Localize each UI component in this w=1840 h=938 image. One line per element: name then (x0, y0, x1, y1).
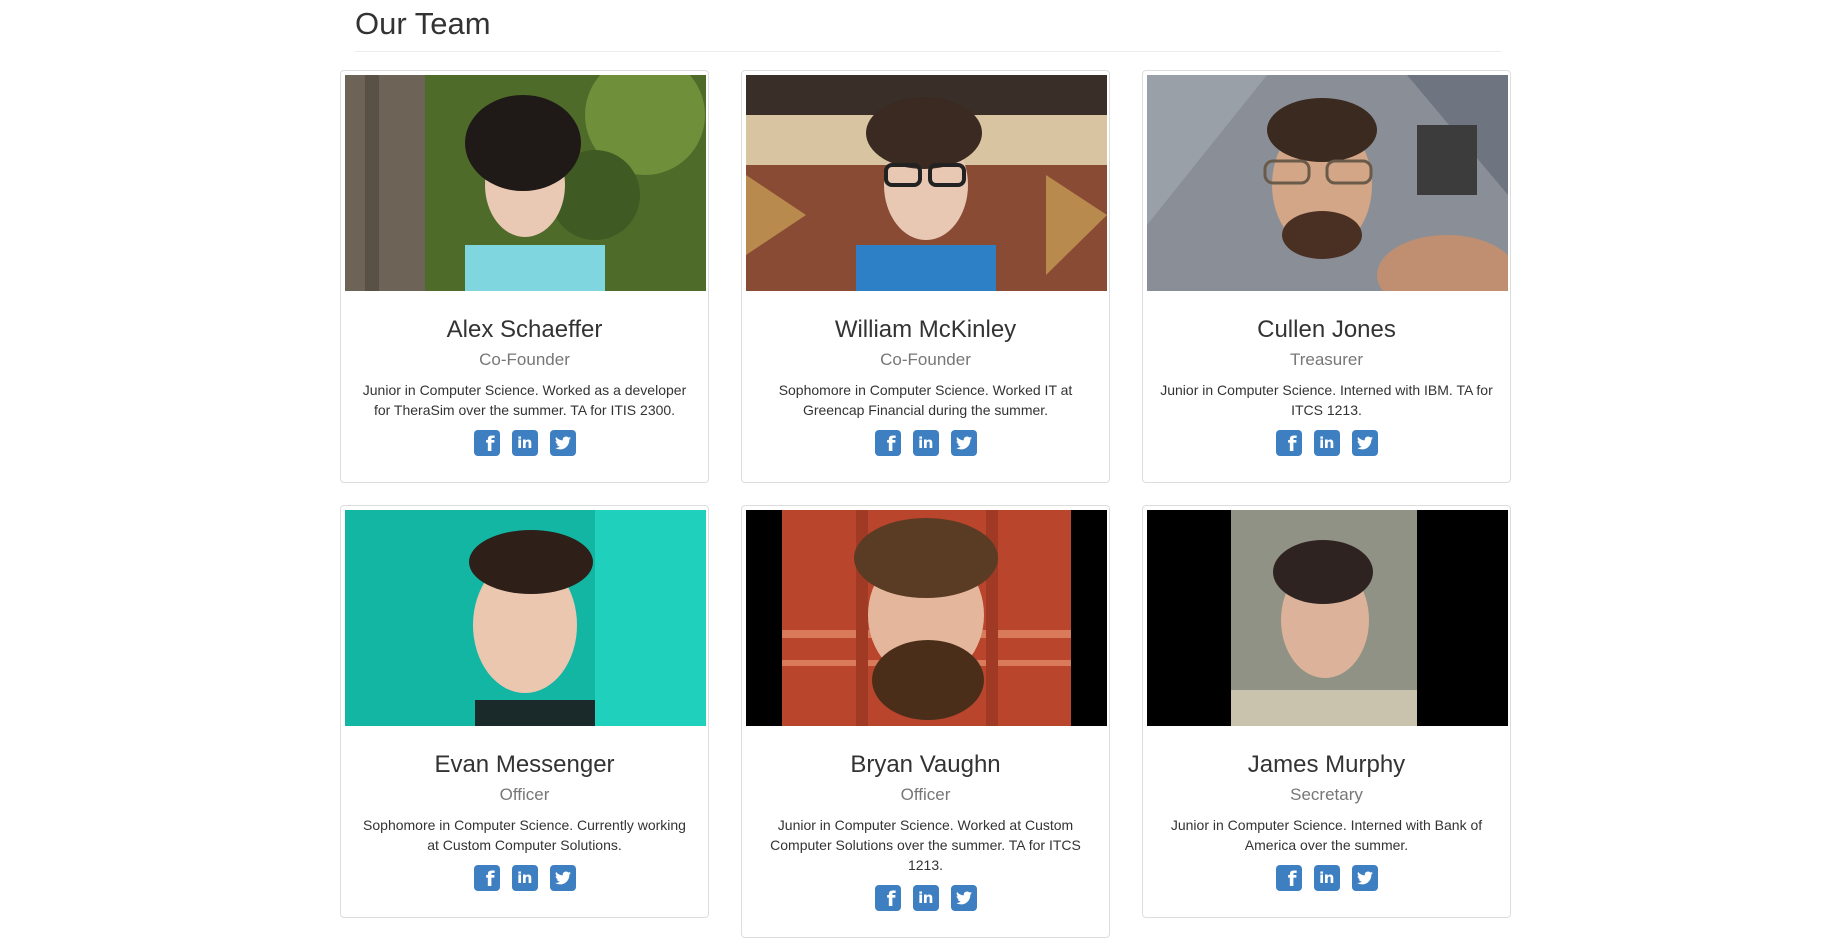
facebook-icon[interactable]: f (473, 865, 500, 891)
facebook-icon[interactable]: f (473, 430, 500, 456)
team-member-card: James Murphy Secretary Junior in Compute… (1142, 505, 1511, 918)
linkedin-icon[interactable]: in (912, 885, 939, 911)
member-bio: Sophomore in Computer Science. Currently… (363, 817, 686, 853)
member-photo (746, 510, 1107, 726)
twitter-icon[interactable] (1351, 430, 1378, 456)
member-name: Cullen Jones (1257, 316, 1396, 343)
member-name: James Murphy (1247, 751, 1406, 778)
member-role: Officer (900, 785, 951, 804)
member-role: Treasurer (1289, 350, 1364, 369)
member-name: Bryan Vaughn (850, 751, 1001, 778)
member-bio: Sophomore in Computer Science. Worked IT… (778, 382, 1073, 418)
team-member-card: Bryan Vaughn Officer Junior in Computer … (741, 505, 1110, 938)
linkedin-icon[interactable]: in (511, 865, 538, 891)
facebook-icon[interactable]: f (1275, 865, 1302, 891)
member-photo (345, 75, 706, 291)
linkedin-icon[interactable]: in (1313, 430, 1340, 456)
member-photo (746, 75, 1107, 291)
page-title: Our Team (355, 6, 491, 41)
linkedin-icon[interactable]: in (1313, 865, 1340, 891)
team-member-card: Evan Messenger Officer Sophomore in Comp… (340, 505, 709, 918)
member-bio: Junior in Computer Science. Worked as a … (362, 382, 687, 418)
social-links: f in (357, 865, 692, 891)
twitter-icon[interactable] (549, 430, 576, 456)
member-photo (1147, 510, 1508, 726)
member-name: Evan Messenger (434, 751, 615, 778)
twitter-icon[interactable] (1351, 865, 1378, 891)
member-name: William McKinley (834, 316, 1017, 343)
team-section: Our Team Alex Schaeffer Co-Founder Junio… (340, 0, 1516, 938)
facebook-icon[interactable]: f (1275, 430, 1302, 456)
team-member-card: Cullen Jones Treasurer Junior in Compute… (1142, 70, 1511, 483)
facebook-icon[interactable]: f (874, 885, 901, 911)
member-role: Co-Founder (880, 350, 971, 369)
member-photo (1147, 75, 1508, 291)
linkedin-icon[interactable]: in (511, 430, 538, 456)
social-links: f in (357, 430, 692, 456)
page-header: Our Team (355, 0, 1501, 52)
member-role: Secretary (1290, 785, 1363, 804)
member-name: Alex Schaeffer (446, 316, 603, 343)
member-bio: Junior in Computer Science. Worked at Cu… (770, 817, 1081, 873)
twitter-icon[interactable] (549, 865, 576, 891)
member-photo (345, 510, 706, 726)
linkedin-icon[interactable]: in (912, 430, 939, 456)
twitter-icon[interactable] (950, 885, 977, 911)
social-links: f in (1159, 865, 1494, 891)
twitter-icon[interactable] (950, 430, 977, 456)
member-bio: Junior in Computer Science. Interned wit… (1170, 817, 1483, 853)
facebook-icon[interactable]: f (874, 430, 901, 456)
member-role: Co-Founder (479, 350, 570, 369)
social-links: f in (1159, 430, 1494, 456)
team-member-card: William McKinley Co-Founder Sophomore in… (741, 70, 1110, 483)
member-bio: Junior in Computer Science. Interned wit… (1160, 382, 1493, 418)
social-links: f in (758, 430, 1093, 456)
team-member-card: Alex Schaeffer Co-Founder Junior in Comp… (340, 70, 709, 483)
social-links: f in (758, 885, 1093, 911)
member-role: Officer (499, 785, 550, 804)
